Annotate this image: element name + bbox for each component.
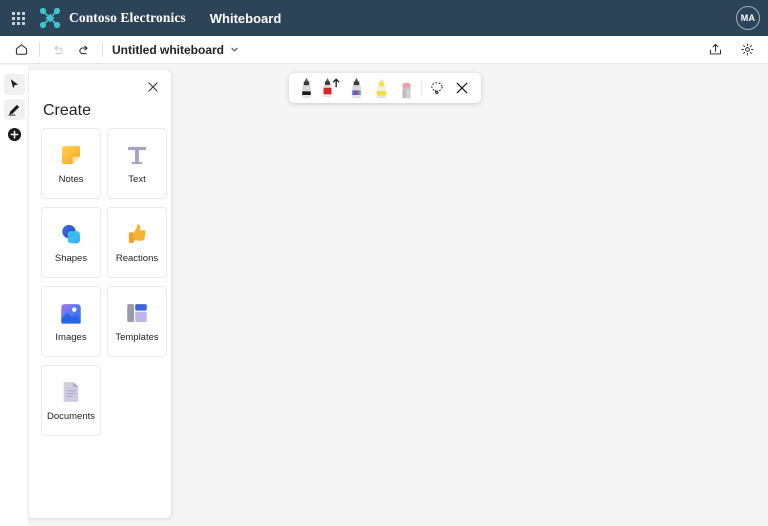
suite-header-right: MA <box>736 6 768 30</box>
text-icon <box>124 142 150 168</box>
lasso-select-button[interactable] <box>425 76 449 100</box>
redo-button[interactable] <box>71 38 97 62</box>
create-tile-label: Notes <box>59 174 84 185</box>
suite-header: Contoso Electronics Whiteboard MA <box>0 0 768 36</box>
sidebar-item-create[interactable] <box>4 124 25 145</box>
pen-toolbar-divider <box>421 80 422 96</box>
create-tile-label: Shapes <box>55 253 87 264</box>
tool-rail <box>0 65 28 526</box>
settings-button[interactable] <box>734 38 760 62</box>
command-bar: Untitled whiteboard <box>0 36 768 64</box>
whiteboard-app: Contoso Electronics Whiteboard MA <box>0 0 768 526</box>
create-tile-label: Documents <box>47 411 95 422</box>
chevron-down-icon[interactable] <box>230 45 239 54</box>
cursor-icon <box>8 78 21 91</box>
contoso-logo-icon <box>38 6 62 30</box>
document-icon <box>58 379 84 405</box>
pen-black-icon <box>299 75 314 101</box>
image-icon <box>58 300 84 326</box>
thumbs-up-icon <box>124 221 150 247</box>
page-title: Create <box>41 70 159 128</box>
pen-red-button[interactable] <box>319 75 343 101</box>
waffle-icon <box>12 12 25 25</box>
eraser-icon <box>399 75 414 101</box>
redo-icon <box>77 43 91 57</box>
create-tile-label: Text <box>128 174 145 185</box>
close-icon <box>147 81 159 93</box>
create-tile-label: Images <box>55 332 86 343</box>
home-icon <box>14 42 29 57</box>
create-tile-label: Templates <box>115 332 158 343</box>
pen-toolbar <box>289 73 481 103</box>
highlighter-yellow-icon <box>374 75 389 101</box>
avatar[interactable]: MA <box>736 6 760 30</box>
pen-black-button[interactable] <box>294 75 318 101</box>
brand-name: Contoso Electronics <box>69 10 186 26</box>
brand: Contoso Electronics <box>38 6 186 30</box>
sticky-note-icon <box>58 142 84 168</box>
command-bar-divider-2 <box>102 42 103 57</box>
shapes-icon <box>58 221 84 247</box>
pen-rainbow-icon <box>349 75 364 101</box>
share-icon <box>708 42 723 57</box>
command-bar-right <box>702 38 760 62</box>
app-name: Whiteboard <box>210 11 282 26</box>
sidebar-item-select[interactable] <box>4 74 25 95</box>
create-panel: Create Notes <box>28 70 171 518</box>
create-tile-notes[interactable]: Notes <box>41 128 101 199</box>
templates-icon <box>124 300 150 326</box>
sidebar-item-ink[interactable] <box>4 99 25 120</box>
share-button[interactable] <box>702 38 728 62</box>
lasso-icon <box>429 80 445 96</box>
close-pen-toolbar-button[interactable] <box>450 76 474 100</box>
plus-icon <box>7 127 22 142</box>
eraser-button[interactable] <box>394 75 418 101</box>
gear-icon <box>740 42 755 57</box>
home-button[interactable] <box>8 38 34 62</box>
pen-icon <box>7 103 21 117</box>
create-tile-label: Reactions <box>116 253 158 264</box>
highlighter-yellow-button[interactable] <box>369 75 393 101</box>
pen-red-icon <box>322 75 341 101</box>
create-tile-text[interactable]: Text <box>107 128 167 199</box>
create-tile-images[interactable]: Images <box>41 286 101 357</box>
command-bar-divider-1 <box>39 42 40 57</box>
create-tile-grid: Notes Text <box>41 128 159 436</box>
undo-icon <box>51 43 65 57</box>
pen-rainbow-button[interactable] <box>344 75 368 101</box>
app-launcher-button[interactable] <box>0 0 36 36</box>
undo-button[interactable] <box>45 38 71 62</box>
close-create-panel-button[interactable] <box>144 78 162 96</box>
create-tile-shapes[interactable]: Shapes <box>41 207 101 278</box>
create-tile-documents[interactable]: Documents <box>41 365 101 436</box>
create-tile-reactions[interactable]: Reactions <box>107 207 167 278</box>
close-icon <box>455 81 469 95</box>
create-tile-templates[interactable]: Templates <box>107 286 167 357</box>
document-title[interactable]: Untitled whiteboard <box>112 43 224 57</box>
